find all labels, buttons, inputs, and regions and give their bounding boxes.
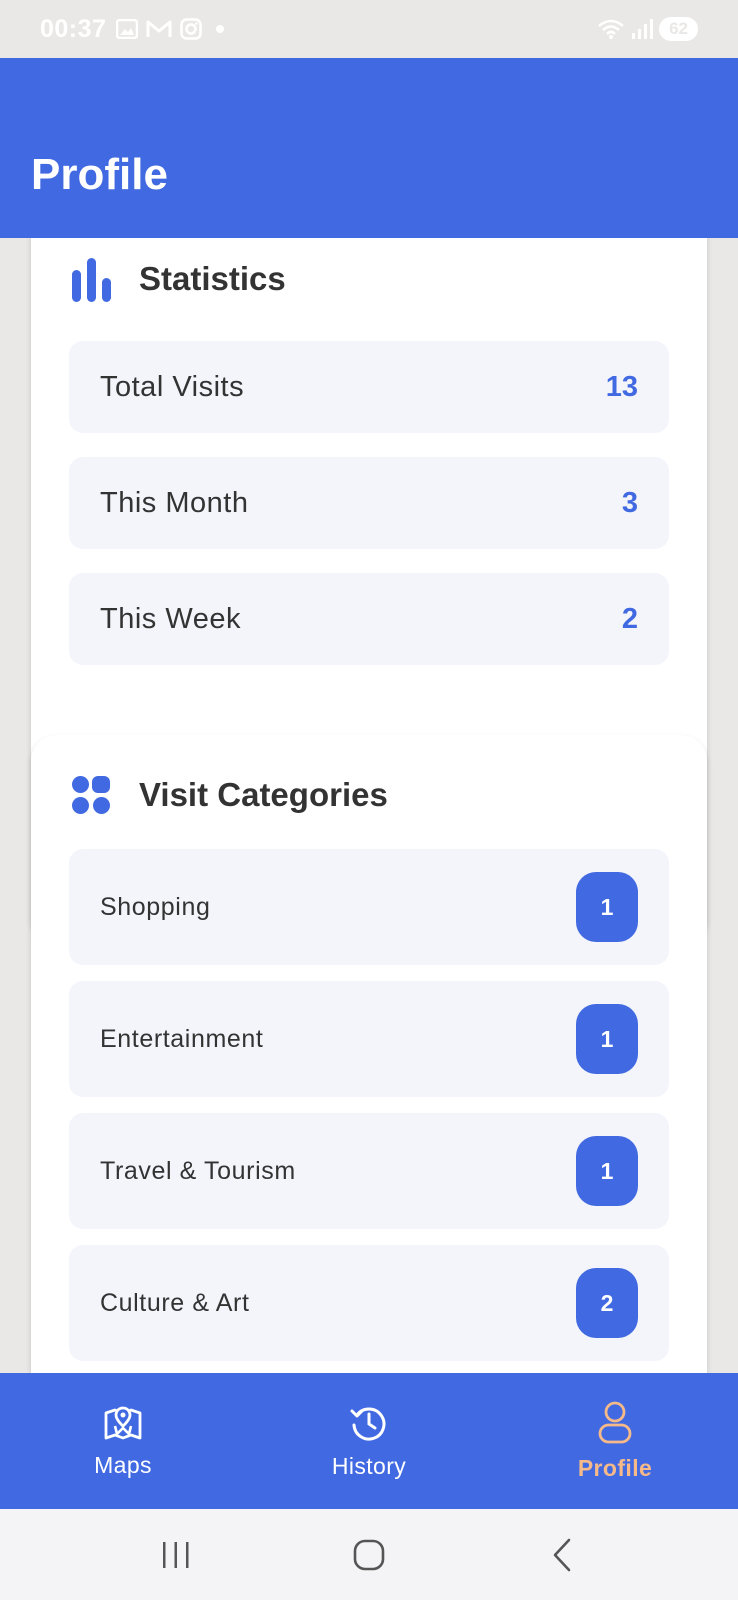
stat-value: 3 [621,486,638,519]
instagram-icon [180,18,203,40]
category-count-badge: 1 [576,1136,638,1206]
profile-icon [598,1401,632,1443]
nav-label-maps: Maps [94,1451,152,1478]
statistics-header: Statistics [71,256,286,302]
nav-label-profile: Profile [577,1454,653,1481]
recent-apps-icon [163,1541,189,1568]
stat-row-total-visits: Total Visits 13 [69,341,669,433]
page-title: Profile [31,150,168,199]
back-icon [553,1538,570,1571]
category-label: Shopping [100,892,211,921]
category-count-badge: 2 [576,1268,638,1338]
stat-label: This Week [100,602,241,635]
nav-item-profile[interactable]: Profile [492,1373,738,1509]
status-time: 00:37 [40,14,107,43]
nav-label-history: History [331,1452,407,1479]
category-count-badge: 1 [576,1004,638,1074]
notification-icons [116,18,225,40]
category-row-entertainment[interactable]: Entertainment 1 [69,981,669,1097]
stat-row-this-week: This Week 2 [69,573,669,665]
gmail-icon [146,20,172,37]
visit-categories-card: Visit Categories Shopping 1 Entertainmen… [31,735,707,1373]
back-button[interactable] [532,1530,592,1580]
category-row-culture-art[interactable]: Culture & Art 2 [69,1245,669,1361]
stat-value: 2 [621,602,638,635]
category-row-travel-tourism[interactable]: Travel & Tourism 1 [69,1113,669,1229]
stat-label: Total Visits [100,370,245,403]
statistics-title: Statistics [139,260,286,297]
history-icon [350,1407,386,1441]
nav-item-maps[interactable]: Maps [0,1373,246,1509]
nav-item-history[interactable]: History [246,1373,492,1509]
category-label: Entertainment [100,1024,264,1053]
battery-indicator: 62 [659,17,698,41]
category-row-shopping[interactable]: Shopping 1 [69,849,669,965]
home-icon [353,1539,385,1570]
status-left: 00:37 [40,14,225,44]
map-icon [104,1406,142,1439]
category-grid-icon [72,776,110,814]
scroll-content[interactable]: Statistics Total Visits 13 This Month 3 … [0,238,738,1373]
bar-chart-icon [72,258,111,302]
status-right: 62 [597,17,698,41]
category-label: Travel & Tourism [100,1156,296,1185]
stat-row-this-month: This Month 3 [69,457,669,549]
home-button[interactable] [339,1530,399,1580]
categories-title: Visit Categories [139,776,388,813]
wifi-icon [598,19,624,39]
bottom-nav: Maps History Profile [0,1373,738,1509]
categories-header: Visit Categories [71,775,388,815]
app-header [0,58,738,238]
gallery-icon [116,19,139,39]
recent-apps-button[interactable] [146,1530,206,1580]
stat-label: This Month [100,486,249,519]
stat-value: 13 [605,370,638,403]
category-count-badge: 1 [576,872,638,942]
system-nav-bar [0,1509,738,1600]
notification-dot [216,25,225,33]
status-bar: 00:37 62 [0,0,738,58]
category-label: Culture & Art [100,1288,250,1317]
signal-icon [632,19,654,39]
